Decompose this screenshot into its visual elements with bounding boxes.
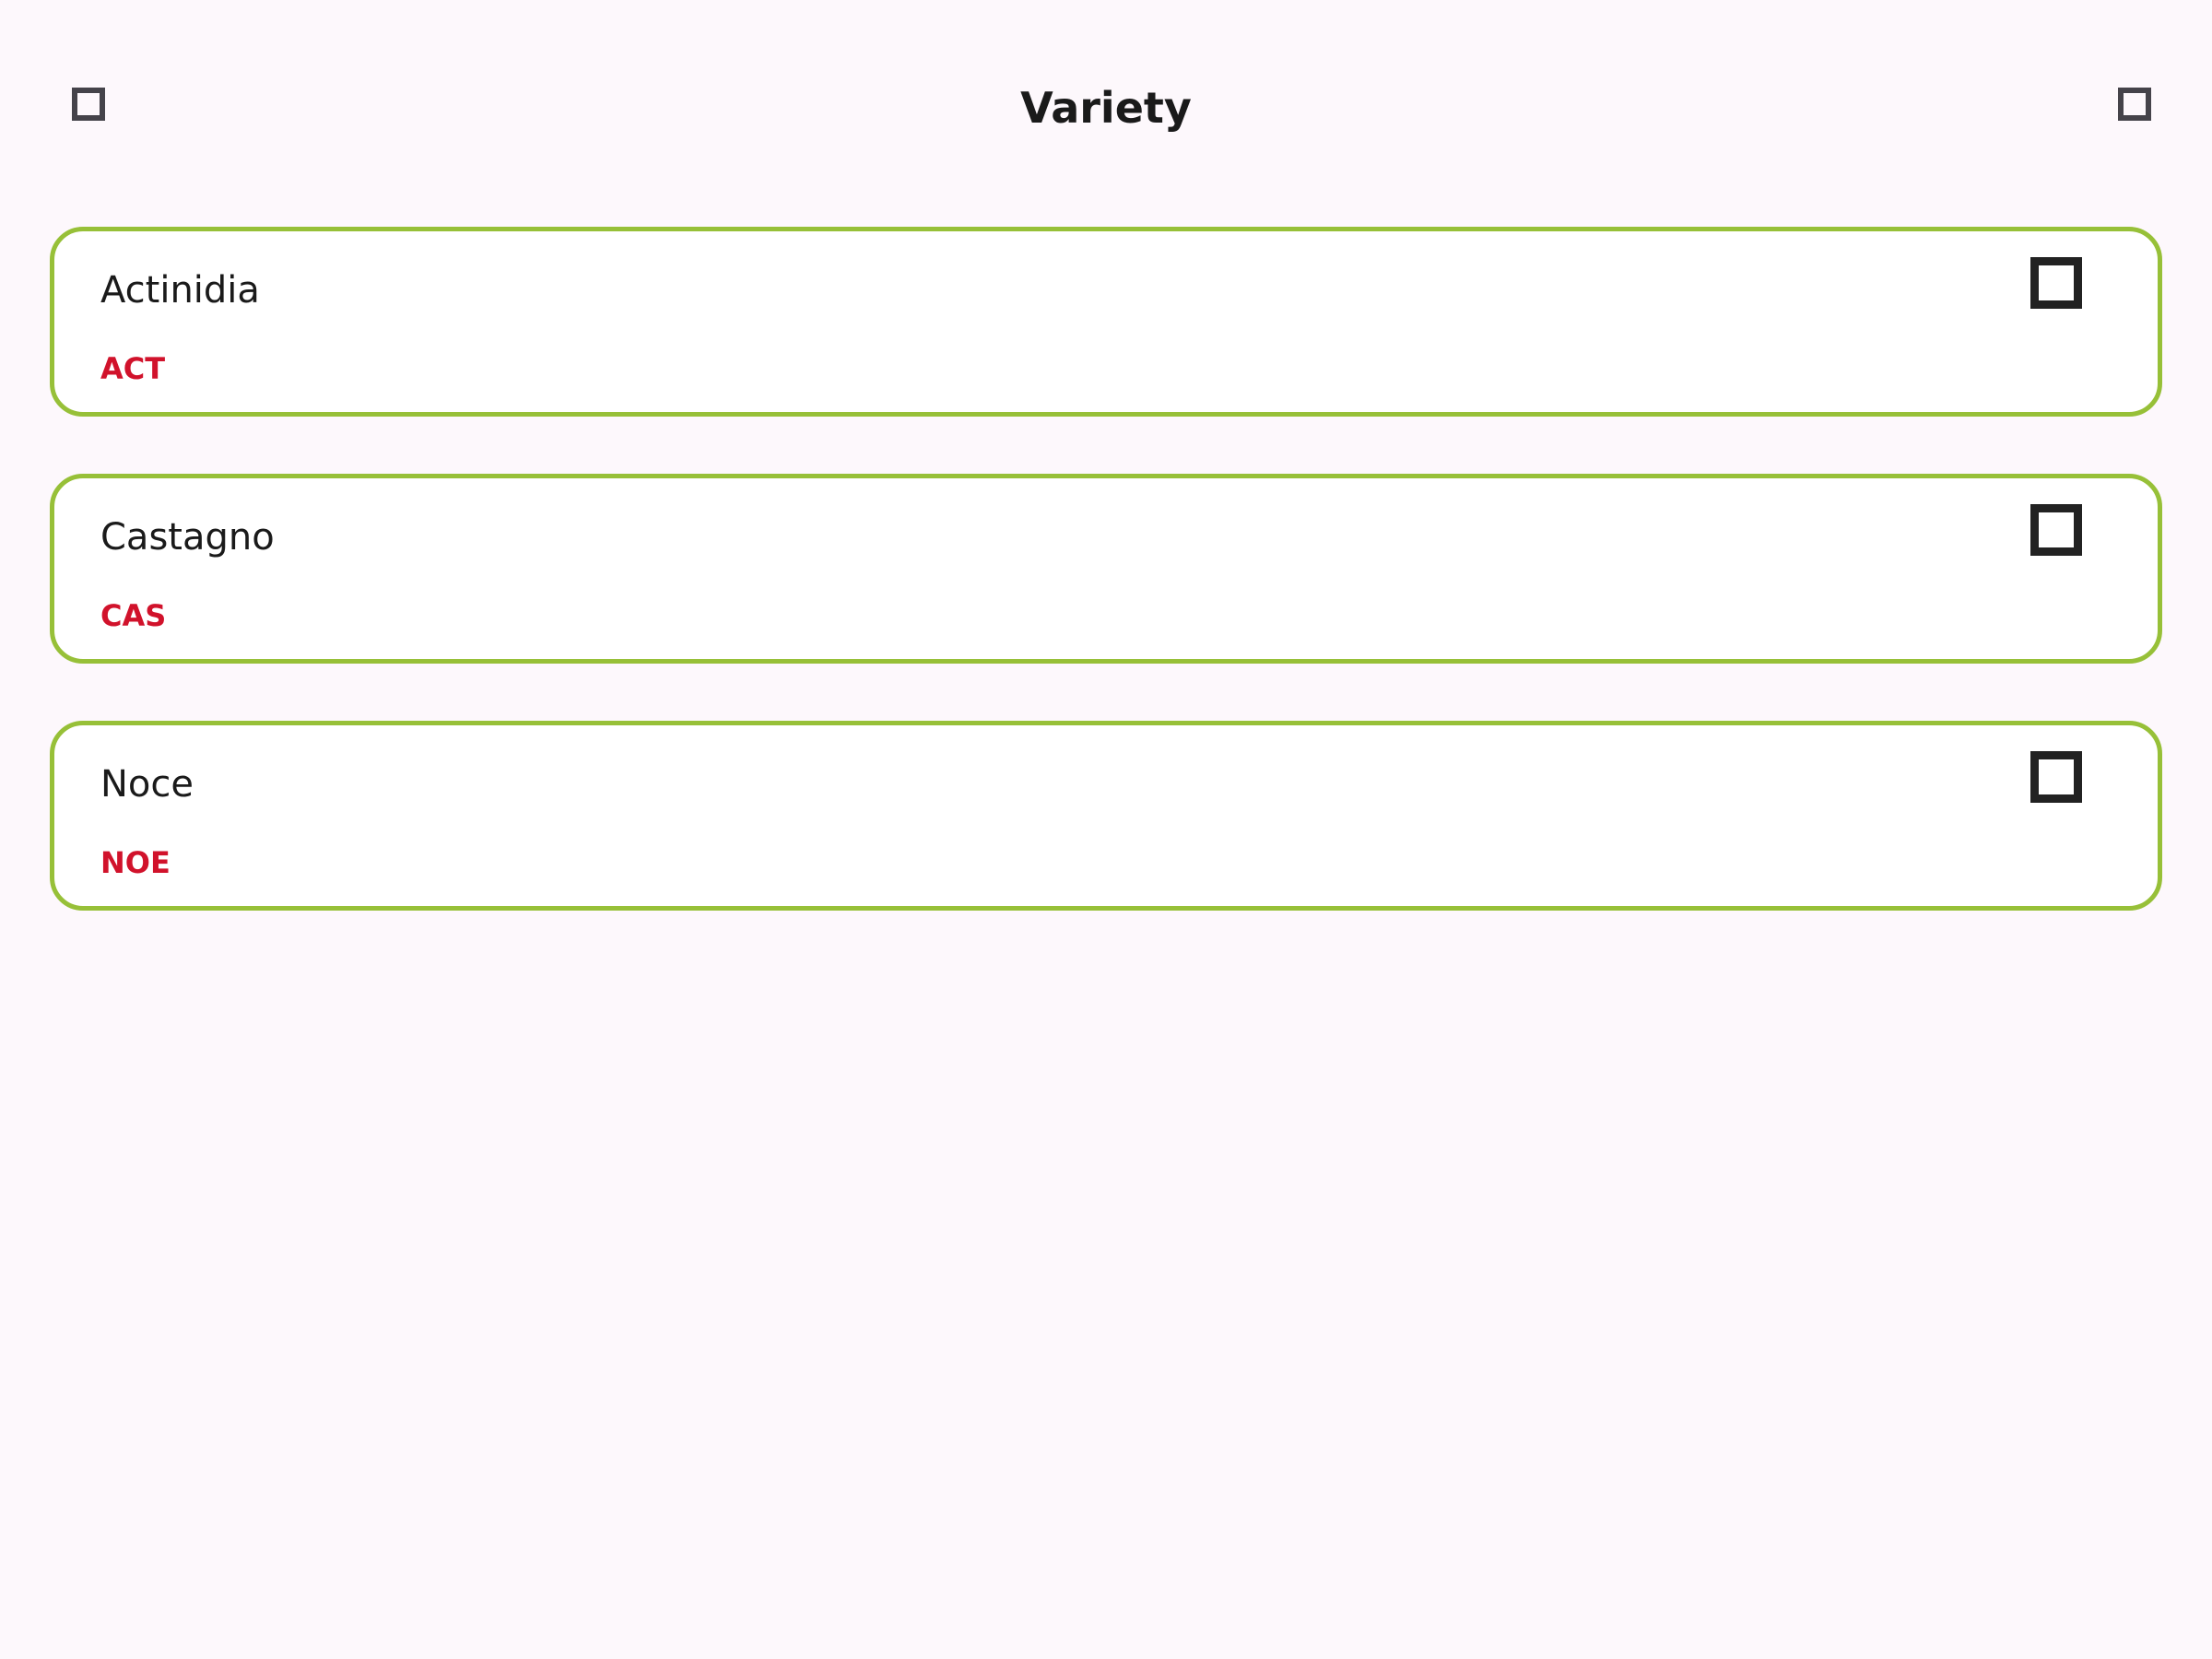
variety-card-castagno[interactable]: Castagno CAS (50, 474, 2162, 664)
checkbox-icon[interactable] (2030, 751, 2082, 803)
page-title: Variety (1020, 83, 1192, 133)
app-bar: Variety (0, 0, 2212, 221)
variety-card-actinidia[interactable]: Actinidia ACT (50, 227, 2162, 417)
variety-code: NOE (100, 845, 171, 880)
action-square-icon[interactable] (2118, 88, 2151, 121)
variety-code: ACT (100, 351, 166, 386)
checkbox-icon[interactable] (2030, 257, 2082, 309)
variety-name: Actinidia (100, 269, 260, 312)
checkbox-icon[interactable] (2030, 504, 2082, 556)
variety-card-noce[interactable]: Noce NOE (50, 721, 2162, 911)
variety-code: CAS (100, 598, 167, 633)
variety-name: Castagno (100, 516, 275, 559)
variety-list: Actinidia ACT Castagno CAS Noce NOE (50, 227, 2162, 968)
variety-name: Noce (100, 763, 194, 806)
